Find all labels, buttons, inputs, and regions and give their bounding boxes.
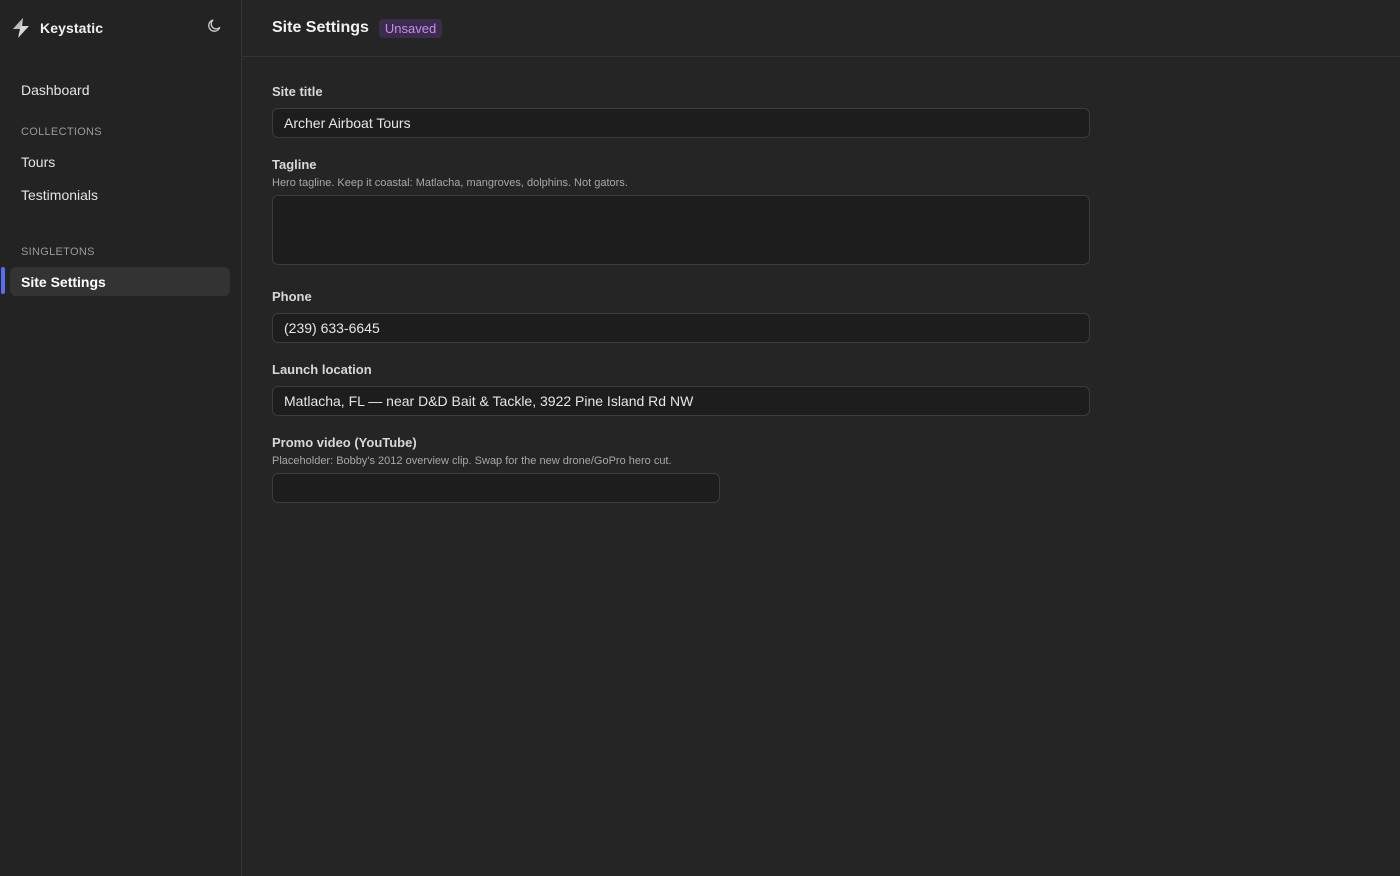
launch-location-field: Launch location xyxy=(272,362,1090,416)
keystatic-logo-icon xyxy=(10,17,32,39)
tagline-field: Tagline Hero tagline. Keep it coastal: M… xyxy=(272,157,1090,270)
promo-video-help-text: Placeholder: Bobby's 2012 overview clip.… xyxy=(272,455,672,467)
tagline-textarea[interactable] xyxy=(272,195,1090,265)
singletons-heading: SINGLETONS xyxy=(21,246,95,258)
tagline-label: Tagline xyxy=(272,157,317,172)
sidebar: Keystatic Dashboard COLLECTIONS Tours Te… xyxy=(0,0,242,876)
phone-label: Phone xyxy=(272,289,312,304)
collections-heading: COLLECTIONS xyxy=(21,126,102,138)
phone-field: Phone xyxy=(272,289,1090,343)
page-header: Site Settings Unsaved xyxy=(242,0,1400,57)
brand-name: Keystatic xyxy=(40,20,104,36)
phone-input[interactable] xyxy=(272,313,1090,343)
sidebar-item-label: Testimonials xyxy=(21,186,99,203)
sidebar-item-dashboard[interactable]: Dashboard xyxy=(10,75,230,104)
sidebar-item-label: Site Settings xyxy=(21,273,106,290)
launch-location-label: Launch location xyxy=(272,362,372,377)
sidebar-item-label: Tours xyxy=(21,153,56,170)
main-content: Site Settings Unsaved Site title Tagline… xyxy=(242,0,1400,876)
sidebar-item-label: Dashboard xyxy=(21,81,90,98)
active-indicator xyxy=(1,267,5,294)
promo-video-field: Promo video (YouTube) Placeholder: Bobby… xyxy=(272,435,720,503)
app-root: Keystatic Dashboard COLLECTIONS Tours Te… xyxy=(0,0,1400,876)
sidebar-item-tours[interactable]: Tours xyxy=(10,147,230,176)
sidebar-item-site-settings[interactable]: Site Settings xyxy=(10,267,230,296)
status-badge: Unsaved xyxy=(378,18,443,38)
page-title: Site Settings xyxy=(272,19,369,36)
launch-location-input[interactable] xyxy=(272,386,1090,416)
brand[interactable]: Keystatic xyxy=(10,14,103,42)
tagline-help-text: Hero tagline. Keep it coastal: Matlacha,… xyxy=(272,177,628,189)
moon-icon xyxy=(207,18,222,38)
site-title-field: Site title xyxy=(272,84,1090,138)
promo-video-input[interactable] xyxy=(272,473,720,503)
sidebar-item-testimonials[interactable]: Testimonials xyxy=(10,180,230,209)
site-title-label: Site title xyxy=(272,84,323,99)
promo-video-label: Promo video (YouTube) xyxy=(272,435,417,450)
site-title-input[interactable] xyxy=(272,108,1090,138)
theme-toggle-button[interactable] xyxy=(202,16,226,40)
